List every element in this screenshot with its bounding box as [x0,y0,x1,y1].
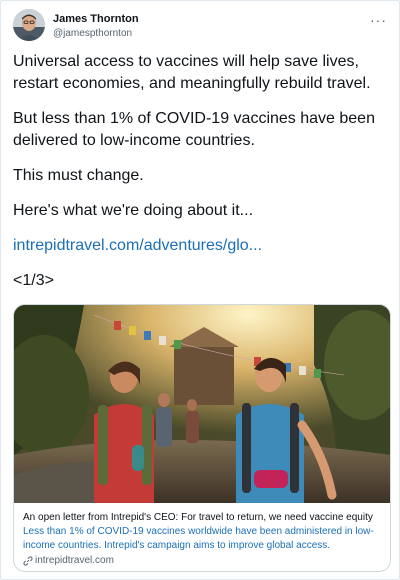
link-icon [23,556,33,566]
tweet-paragraph: Here's what we're doing about it... [13,202,254,219]
tweet-paragraph: This must change. [13,167,144,184]
tweet-body: Universal access to vaccines will help s… [13,51,393,292]
more-options-icon[interactable]: ··· [370,12,387,28]
tweet: James Thornton @jamespthornton ··· Unive… [0,0,400,580]
card-description: Less than 1% of COVID-19 vaccines worldw… [23,526,374,551]
tweet-link[interactable]: intrepidtravel.com/adventures/glo... [13,237,262,254]
author-name[interactable]: James Thornton [53,13,139,25]
link-preview-card[interactable]: An open letter from Intrepid's CEO: For … [13,304,391,572]
tweet-paragraph: Universal access to vaccines will help s… [13,53,371,92]
card-domain-row[interactable]: intrepidtravel.com [23,554,385,568]
author-handle[interactable]: @jamespthornton [53,28,132,39]
tweet-header: James Thornton @jamespthornton ··· [13,9,389,45]
card-image[interactable] [14,305,390,503]
card-text: An open letter from Intrepid's CEO: For … [23,511,385,568]
tweet-paragraph: But less than 1% of COVID-19 vaccines ha… [13,110,375,149]
card-title[interactable]: An open letter from Intrepid's CEO: For … [23,511,385,525]
card-domain: intrepidtravel.com [35,555,114,566]
avatar[interactable] [13,9,45,41]
thread-counter: <1/3> [13,272,54,289]
